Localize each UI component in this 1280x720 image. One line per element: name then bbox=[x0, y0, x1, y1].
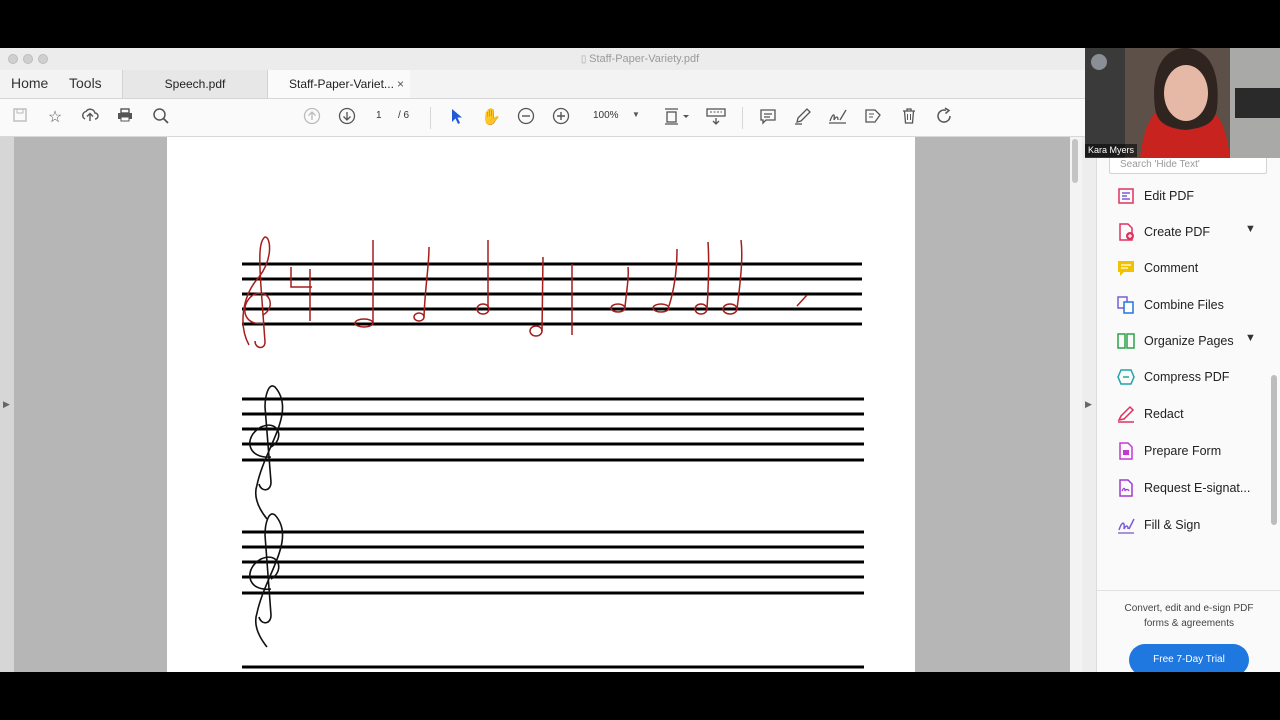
staff-paper-content bbox=[242, 236, 864, 669]
sign-icon[interactable] bbox=[827, 107, 849, 129]
fill-sign-icon bbox=[1118, 518, 1135, 534]
zoom-out-icon[interactable] bbox=[515, 107, 537, 129]
redact-icon bbox=[1117, 405, 1135, 423]
tools-link[interactable]: Tools bbox=[69, 75, 102, 91]
home-link[interactable]: Home bbox=[11, 75, 48, 91]
toolbar: ☆ 1 / 6 ✋ 100% ▼ bbox=[0, 99, 1090, 137]
presenter-name: Kara Myers bbox=[1085, 144, 1138, 157]
organize-pages-icon bbox=[1117, 333, 1135, 349]
delete-icon[interactable] bbox=[898, 107, 920, 129]
pdf-file-icon: ▯ bbox=[580, 54, 590, 65]
close-window-button[interactable] bbox=[8, 54, 18, 64]
expand-right-icon: ▶ bbox=[1085, 399, 1092, 409]
tool-label: Compress PDF bbox=[1144, 370, 1230, 384]
prev-page-icon[interactable] bbox=[301, 107, 323, 129]
request-esign-icon bbox=[1119, 479, 1133, 497]
select-cursor-icon[interactable] bbox=[445, 107, 467, 129]
tool-label: Fill & Sign bbox=[1144, 518, 1201, 532]
tools-pane: Search 'Hide Text' Edit PDF Create PDF ▼… bbox=[1096, 70, 1280, 672]
save-icon[interactable] bbox=[9, 107, 31, 129]
tool-label: Prepare Form bbox=[1144, 444, 1222, 458]
tool-prepare-form[interactable]: Prepare Form bbox=[1097, 436, 1267, 466]
tool-create-pdf[interactable]: Create PDF ▼ bbox=[1097, 217, 1267, 247]
combine-files-icon bbox=[1117, 296, 1134, 314]
tool-label: Edit PDF bbox=[1144, 189, 1195, 203]
zoom-dropdown[interactable]: 100% ▼ bbox=[587, 107, 643, 129]
tab-close-icon[interactable]: × bbox=[397, 70, 404, 98]
tool-label: Redact bbox=[1144, 407, 1184, 421]
page-number-input[interactable]: 1 bbox=[376, 110, 382, 121]
nav-bar: Home Tools Speech.pdf Staff-Paper-Variet… bbox=[0, 70, 1090, 99]
tool-label: Comment bbox=[1144, 261, 1199, 275]
print-icon[interactable] bbox=[114, 107, 136, 129]
window-title: ▯ Staff-Paper-Variety.pdf bbox=[580, 53, 700, 65]
tool-label: Request E-signat... bbox=[1144, 481, 1251, 495]
page-fit-icon[interactable] bbox=[662, 107, 692, 129]
zoom-window-button[interactable] bbox=[38, 54, 48, 64]
scroll-mode-icon[interactable] bbox=[705, 107, 727, 129]
chevron-down-icon[interactable]: ▼ bbox=[1245, 223, 1256, 235]
tool-request-esign[interactable]: Request E-signat... bbox=[1097, 473, 1267, 503]
tool-redact[interactable]: Redact bbox=[1097, 399, 1267, 429]
document-scrollbar[interactable] bbox=[1070, 137, 1082, 672]
chevron-down-icon[interactable]: ▼ bbox=[1245, 332, 1256, 344]
tool-comment[interactable]: Comment bbox=[1097, 253, 1267, 283]
chevron-down-icon: ▼ bbox=[632, 110, 640, 119]
toolbar-divider bbox=[430, 107, 431, 129]
tool-label: Organize Pages bbox=[1144, 334, 1234, 348]
document-area[interactable] bbox=[14, 137, 1070, 672]
minimize-window-button[interactable] bbox=[23, 54, 33, 64]
tools-pane-scrollbar[interactable] bbox=[1271, 375, 1277, 525]
highlight-pen-icon[interactable] bbox=[792, 107, 814, 129]
tool-label: Combine Files bbox=[1144, 298, 1224, 312]
left-pane-toggle[interactable]: ▶ bbox=[0, 137, 14, 672]
tab-label: Speech.pdf bbox=[164, 77, 226, 91]
tab-staff-paper[interactable]: Staff-Paper-Variet... × bbox=[268, 70, 410, 98]
stamp-icon[interactable] bbox=[862, 107, 884, 129]
zoom-in-icon[interactable] bbox=[550, 107, 572, 129]
promo-text: Convert, edit and e-sign PDF forms & agr… bbox=[1124, 603, 1254, 629]
tool-combine-files[interactable]: Combine Files bbox=[1097, 290, 1267, 320]
prepare-form-icon bbox=[1119, 442, 1133, 460]
pdf-page[interactable] bbox=[167, 137, 915, 672]
toolbar-divider bbox=[742, 107, 743, 129]
create-pdf-icon bbox=[1119, 223, 1134, 241]
compress-pdf-icon bbox=[1117, 369, 1135, 385]
edit-pdf-icon bbox=[1118, 188, 1134, 204]
tab-speech[interactable]: Speech.pdf bbox=[122, 70, 268, 98]
tool-fill-sign[interactable]: Fill & Sign bbox=[1097, 510, 1267, 540]
page-total: / 6 bbox=[398, 110, 410, 121]
comment-icon[interactable] bbox=[757, 107, 779, 129]
tool-label: Create PDF bbox=[1144, 225, 1210, 239]
free-trial-button[interactable]: Free 7-Day Trial bbox=[1129, 644, 1249, 672]
tab-label: Staff-Paper-Variet... bbox=[289, 77, 394, 91]
trial-promo: Convert, edit and e-sign PDF forms & agr… bbox=[1097, 590, 1280, 672]
hand-icon[interactable]: ✋ bbox=[480, 107, 502, 129]
scrollbar-thumb[interactable] bbox=[1072, 139, 1078, 183]
upload-icon[interactable] bbox=[79, 107, 101, 129]
expand-left-icon: ▶ bbox=[3, 399, 10, 409]
comment-icon bbox=[1118, 261, 1134, 276]
star-icon[interactable]: ☆ bbox=[44, 107, 66, 129]
tool-edit-pdf[interactable]: Edit PDF bbox=[1097, 181, 1267, 211]
zoom-search-icon[interactable] bbox=[150, 107, 172, 129]
rotate-icon[interactable] bbox=[933, 107, 955, 129]
next-page-icon[interactable] bbox=[336, 107, 358, 129]
right-pane-toggle[interactable]: ▶ bbox=[1082, 137, 1096, 672]
zoom-value: 100% bbox=[593, 110, 619, 121]
presenter-video bbox=[1085, 48, 1280, 158]
tool-organize-pages[interactable]: Organize Pages ▼ bbox=[1097, 326, 1267, 356]
tool-compress-pdf[interactable]: Compress PDF bbox=[1097, 362, 1267, 392]
webcam-overlay: Kara Myers bbox=[1085, 48, 1280, 158]
